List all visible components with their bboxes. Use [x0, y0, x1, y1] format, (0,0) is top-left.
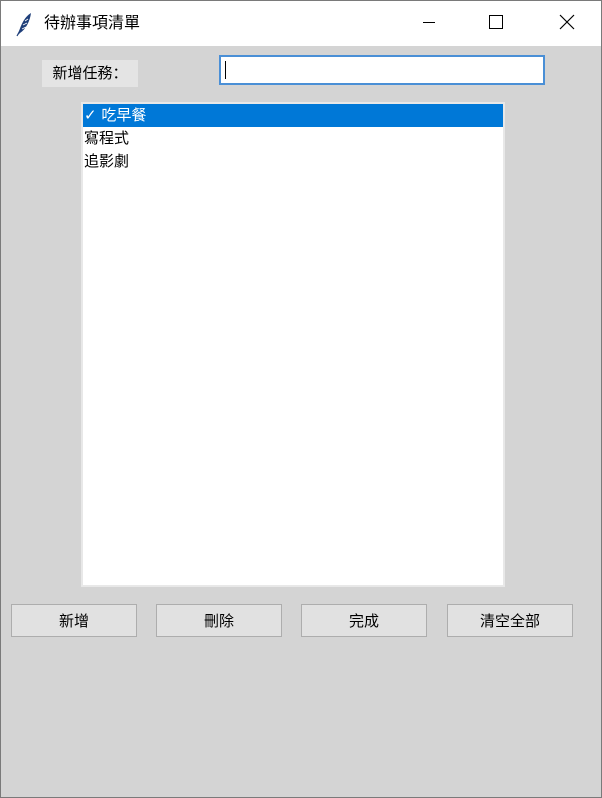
close-icon	[558, 13, 576, 35]
minimize-icon	[421, 14, 437, 34]
task-label: 新增任務：	[42, 60, 138, 87]
task-input[interactable]	[219, 55, 545, 85]
text-caret	[225, 61, 226, 79]
task-listbox[interactable]: ✓ 吃早餐 寫程式 追影劇	[81, 102, 505, 587]
maximize-button[interactable]	[461, 1, 531, 46]
list-item[interactable]: ✓ 吃早餐	[83, 104, 503, 127]
close-button[interactable]	[532, 1, 601, 46]
done-button[interactable]: 完成	[301, 604, 427, 637]
delete-button[interactable]: 刪除	[156, 604, 282, 637]
list-item[interactable]: 追影劇	[83, 150, 503, 173]
feather-icon	[14, 11, 34, 37]
clear-all-button[interactable]: 清空全部	[447, 604, 573, 637]
title-bar[interactable]: 待辦事項清單	[1, 1, 601, 46]
maximize-icon	[488, 14, 504, 34]
add-button[interactable]: 新增	[11, 604, 137, 637]
minimize-button[interactable]	[394, 1, 464, 46]
app-window: 待辦事項清單 新增任務： ✓ 吃早餐 寫程式 追影劇 新增 刪除 完成 清空全部	[0, 0, 602, 798]
window-title: 待辦事項清單	[44, 13, 141, 32]
list-item[interactable]: 寫程式	[83, 127, 503, 150]
